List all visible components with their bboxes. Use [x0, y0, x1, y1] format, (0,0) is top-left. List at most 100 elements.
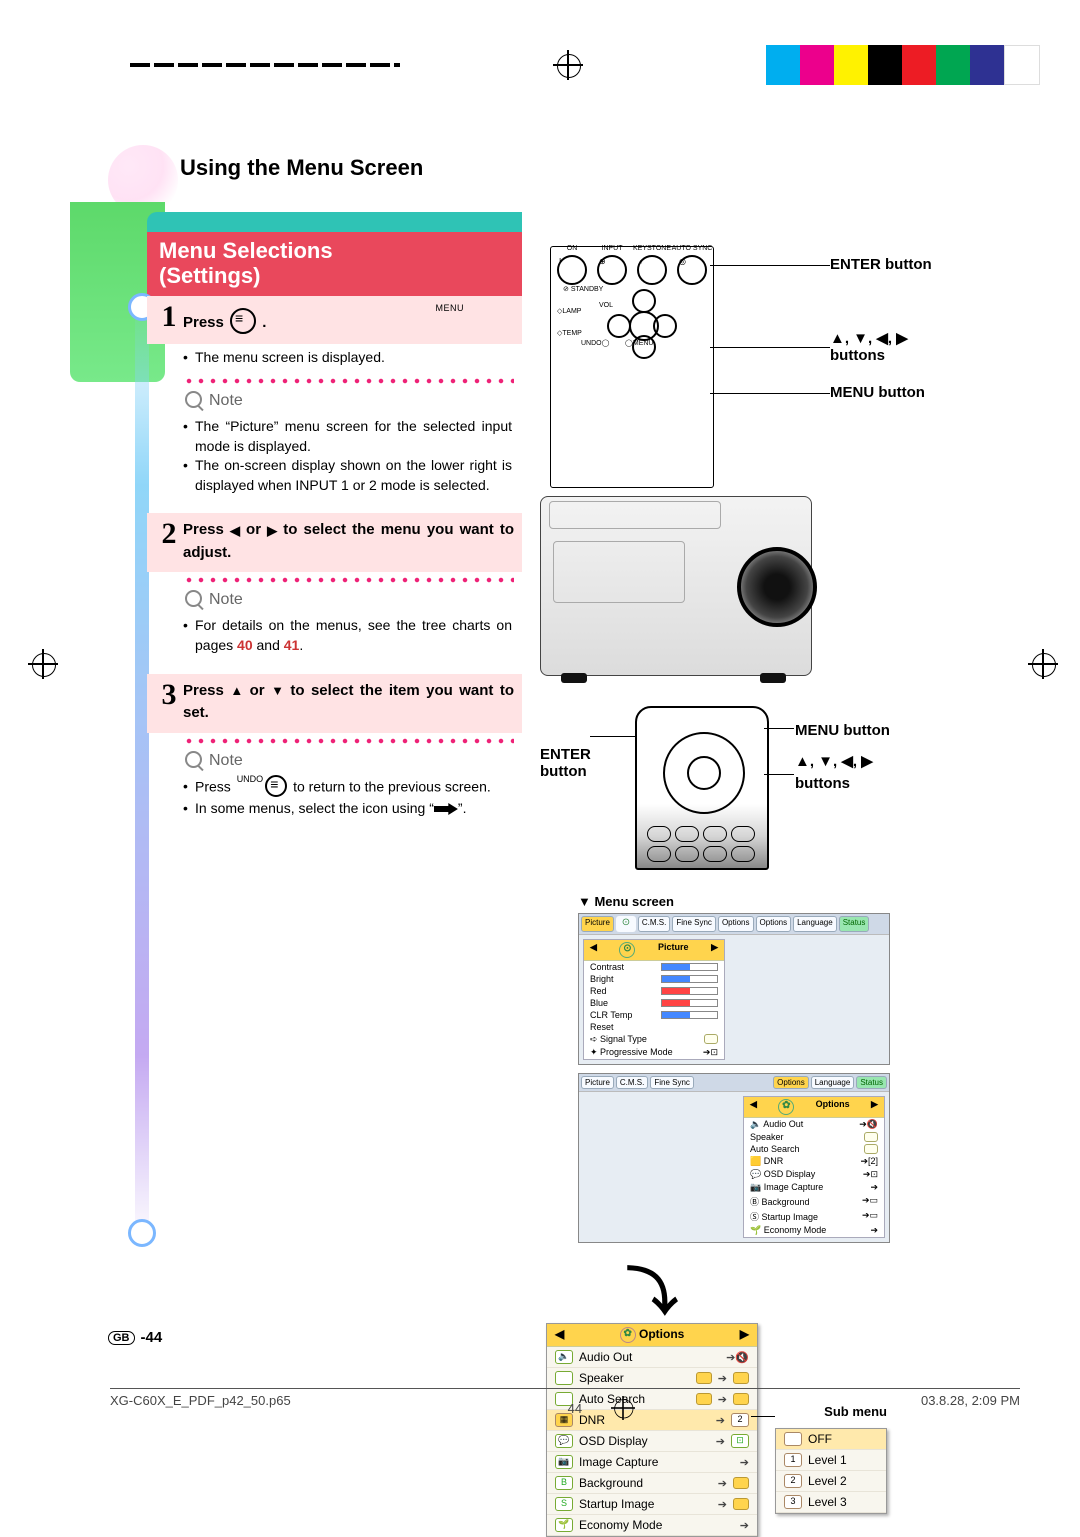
leader-line	[764, 728, 794, 729]
picture-submenu: ◀⊙Picture▶ Contrast Bright Red Blue CLR …	[583, 939, 725, 1060]
crop-mark-left	[28, 649, 58, 679]
on-button-icon: ONI	[557, 255, 587, 285]
control-panel-diagram: ONI INPUT⊕ KEYSTONE◐ AUTO SYNC◎ ⊘ STANDB…	[550, 246, 714, 488]
projector-foot-r	[760, 673, 786, 683]
registration-marks-top	[130, 45, 1040, 85]
document-footer: XG-C60X_E_PDF_p42_50.p65 44 03.8.28, 2:0…	[110, 1388, 1020, 1423]
options-background-label: Background	[579, 1476, 712, 1490]
submenu-level1: 1Level 1	[776, 1450, 886, 1471]
remote-button-text: button	[540, 763, 587, 780]
options-speaker-label: Speaker	[579, 1371, 690, 1385]
autosync-button-icon: AUTO SYNC◎	[677, 255, 707, 285]
opt-dnr: DNR	[764, 1156, 784, 1166]
section-title: Using the Menu Screen	[180, 155, 423, 181]
right-arrow-icon	[267, 521, 277, 541]
options-row-startup: SStartup Image➔	[547, 1494, 757, 1515]
page-number: GB -44	[108, 1329, 162, 1346]
step-2-text-b: or	[240, 521, 267, 538]
opt-audioout: Audio Out	[763, 1119, 803, 1129]
tab-language: Language	[793, 916, 837, 932]
step-2-body: Press or to select the menu you want to …	[183, 519, 514, 564]
down-arrow-icon	[271, 681, 284, 701]
title-line-1: Menu Selections	[159, 238, 333, 263]
control-panel-top-buttons: ONI INPUT⊕ KEYSTONE◐ AUTO SYNC◎	[557, 255, 707, 285]
step-1-number: 1	[155, 302, 183, 336]
temp-text: TEMP	[562, 330, 581, 337]
submenu-level3: 3Level 3	[776, 1492, 886, 1513]
temp-label: ◇TEMP	[557, 329, 582, 337]
note-3-body: Press UNDO to return to the previous scr…	[147, 773, 522, 825]
opt-osd: OSD Display	[764, 1169, 816, 1179]
keystone-button-icon: KEYSTONE◐	[637, 255, 667, 285]
remote-arrows-label: ▲, ▼, ◀, ▶ buttons	[795, 751, 890, 796]
note-icon	[183, 590, 203, 610]
submenu-off: OFF	[776, 1429, 886, 1450]
tab-cms2: C.M.S.	[616, 1076, 648, 1089]
note-2-bullet: For details on the menus, see the tree c…	[183, 616, 512, 655]
step-1-press: Press	[183, 313, 224, 330]
options-imgcap-label: Image Capture	[579, 1455, 734, 1469]
osd-tabbar-1: Picture ⊙ C.M.S. Fine Sync Options Optio…	[579, 914, 889, 935]
options-startup-label: Startup Image	[579, 1497, 712, 1511]
submenu-l2-label: Level 2	[808, 1474, 847, 1488]
projector-top-panel: ONI INPUT⊕ KEYSTONE◐ AUTO SYNC◎ ⊘ STANDB…	[540, 246, 812, 676]
page-number-gb: GB	[108, 1331, 135, 1345]
options-row-background: BBackground➔	[547, 1473, 757, 1494]
menu-screen-heading: ▼ Menu screen	[578, 894, 970, 909]
remote-dpad-icon	[663, 732, 745, 814]
reg-center-icon	[611, 1396, 635, 1420]
tab-picture: Picture	[581, 916, 614, 932]
dpad-left-icon	[607, 314, 631, 338]
callout-enter: ENTER button	[830, 256, 970, 273]
remote-enter-label: ENTER button	[540, 746, 591, 781]
dnr-submenu: OFF 1Level 1 2Level 2 3Level 3	[775, 1428, 887, 1514]
note-3-header: Note	[147, 749, 522, 773]
tab-finesync2: Fine Sync	[650, 1076, 694, 1089]
note-2-header: Note	[147, 588, 522, 612]
keystone-label: KEYSTONE	[633, 245, 671, 252]
remote-buttons-word: buttons	[795, 775, 850, 792]
note-3-label: Note	[209, 752, 243, 770]
step-1: 1 MENU Press .	[147, 296, 522, 344]
projector-top-plate	[549, 501, 721, 529]
divider-dots	[183, 576, 514, 584]
note-2-body: For details on the menus, see the tree c…	[147, 612, 522, 661]
options-row-economy: 🌱Economy Mode➔	[547, 1515, 757, 1536]
step-1-instruction: The menu screen is displayed.	[147, 344, 522, 374]
on-label: ON	[567, 245, 578, 252]
page-number-value: -44	[141, 1329, 163, 1346]
tab-options2: Options	[756, 916, 792, 932]
projector-foot-l	[561, 673, 587, 683]
note-3-bullet-2: In some menus, select the icon using “”.	[183, 799, 512, 819]
submenu-level2: 2Level 2	[776, 1471, 886, 1492]
tab-picture2: Picture	[581, 1076, 614, 1089]
options-menu-enlarged: ⤵ ◀✿ Options▶ 🔈Audio Out➔🔇 Speaker➔ Auto…	[546, 1323, 758, 1537]
projector-callouts: ENTER button ▲, ▼, ◀, ▶buttons MENU butt…	[830, 256, 970, 421]
note-3-b2a: In some menus, select the icon using “	[195, 800, 434, 816]
step-2-text-a: Press	[183, 521, 230, 538]
options-title: Options	[639, 1327, 684, 1341]
undo-tiny-label: UNDO	[237, 773, 264, 786]
opt-speaker: Speaker	[750, 1132, 784, 1142]
opt-background: Background	[762, 1197, 810, 1207]
note-3-b1b: to return to the previous screen.	[289, 778, 491, 794]
standby-label: ⊘ STANDBY	[563, 285, 603, 293]
submenu-off-label: OFF	[808, 1432, 832, 1446]
note-1-bullet-2: The on-screen display shown on the lower…	[183, 456, 512, 495]
teal-accent-bar	[147, 212, 522, 232]
options-submenu-header: ◀✿Options▶	[744, 1097, 884, 1118]
leader-line	[590, 736, 636, 737]
lamp-label: ◇LAMP	[557, 307, 581, 315]
tab-status: Status	[839, 916, 870, 932]
title-line-2: (Settings)	[159, 263, 510, 288]
topic-title: Menu Selections (Settings)	[147, 232, 522, 299]
divider-dots	[183, 377, 514, 385]
row-blue: Blue	[590, 998, 608, 1008]
note-icon	[183, 391, 203, 411]
tab-options-active: Options	[773, 1076, 809, 1089]
reg-hline	[130, 63, 400, 67]
note-2-and: and	[253, 637, 284, 653]
options-row-osd: 💬OSD Display➔⊡	[547, 1431, 757, 1452]
page-ref-40: 40	[237, 637, 253, 653]
row-progressive: Progressive Mode	[600, 1047, 673, 1057]
